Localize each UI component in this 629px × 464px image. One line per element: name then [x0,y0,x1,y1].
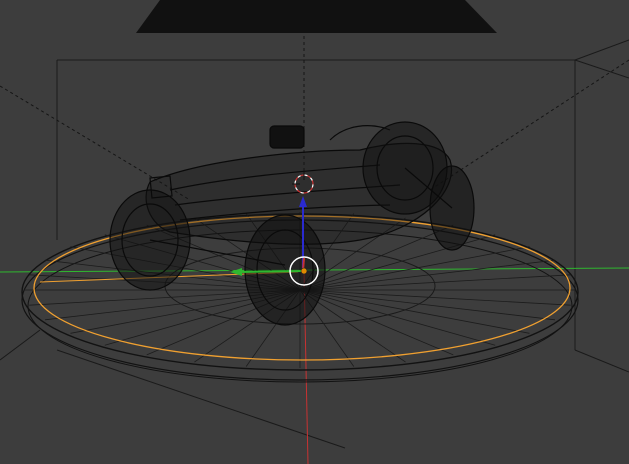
camera-icon[interactable] [136,0,497,33]
viewport-canvas[interactable] [0,0,629,464]
gizmo-x-axis[interactable] [239,270,304,273]
3d-viewport[interactable] [0,0,629,464]
object-origin-icon[interactable] [300,267,308,275]
